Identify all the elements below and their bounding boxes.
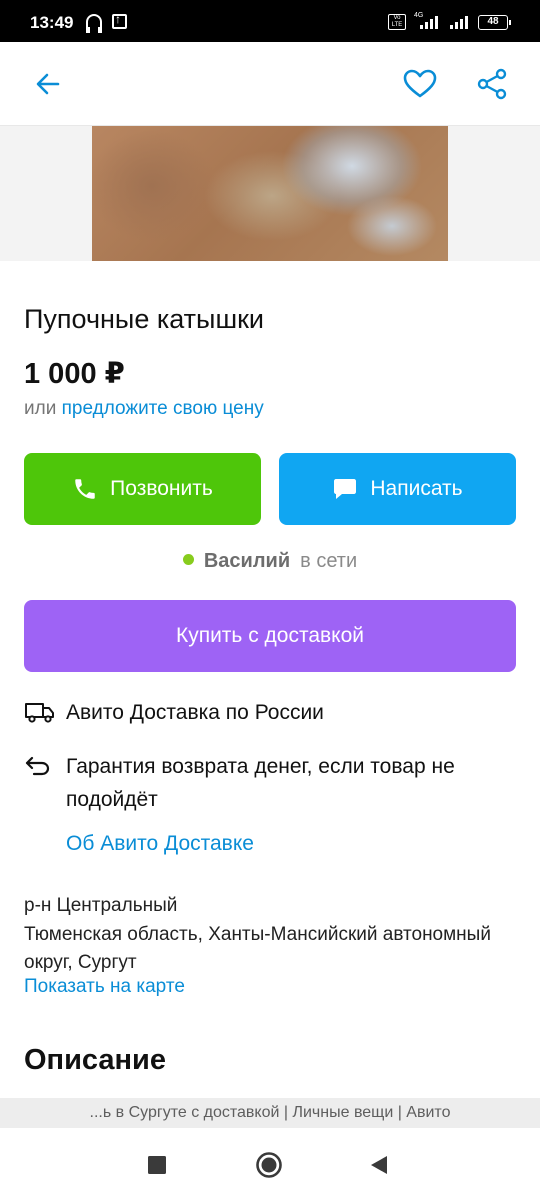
guarantee-text: Гарантия возврата денег, если товар не п… — [66, 755, 455, 811]
offer-price-link[interactable]: предложите свою цену — [62, 398, 264, 419]
seller-online-text: в сети — [300, 550, 358, 572]
status-time: 13:49 — [30, 13, 74, 32]
buy-button-label: Купить с доставкой — [175, 624, 365, 647]
online-indicator — [182, 554, 194, 566]
heart-icon — [403, 69, 437, 98]
listing-image — [92, 126, 448, 261]
triangle-back-icon — [371, 1156, 387, 1174]
message-button[interactable]: Написать — [279, 453, 516, 525]
recent-apps-button[interactable] — [140, 1148, 174, 1182]
show-on-map-link[interactable]: Показать на карте — [24, 976, 185, 998]
home-button[interactable] — [252, 1148, 286, 1182]
seller-name[interactable]: Василий — [204, 550, 290, 572]
page-title-strip: ...ь в Сургуте с доставкой | Личные вещи… — [0, 1098, 540, 1128]
listing-price: 1 000 ₽ — [24, 358, 125, 390]
description-heading: Описание — [24, 1044, 166, 1076]
location-address: р-н Центральный Тюменская область, Ханты… — [24, 892, 524, 978]
system-nav-bar — [0, 1128, 540, 1200]
listing-photo[interactable] — [0, 126, 540, 261]
share-button[interactable] — [470, 62, 514, 106]
chat-bubble-icon — [334, 479, 357, 499]
system-back-button[interactable] — [362, 1148, 396, 1182]
favorite-button[interactable] — [398, 62, 442, 106]
delivery-text: Авито Доставка по России — [66, 701, 324, 724]
message-button-label: Написать — [370, 477, 463, 500]
headphones-icon — [86, 14, 102, 33]
seller-status: Василий в сети — [0, 550, 540, 573]
district: р-н Центральный — [24, 895, 178, 916]
region: Тюменская область, Ханты-Мансийский авто… — [24, 923, 491, 974]
battery-icon: 48 — [478, 15, 511, 30]
about-delivery-link[interactable]: Об Авито Доставке — [66, 832, 254, 856]
volte-icon: Vo LTE — [388, 14, 406, 30]
status-bar: 13:49 Vo LTE 4G 48 — [0, 0, 540, 42]
arrow-left-icon — [36, 73, 60, 95]
buy-with-delivery-button[interactable]: Купить с доставкой — [24, 600, 516, 672]
phone-icon — [75, 479, 95, 499]
call-button[interactable]: Позвонить — [24, 453, 261, 525]
app-bar — [0, 42, 540, 126]
offer-prefix: или — [24, 398, 57, 419]
signal-icon-2 — [450, 15, 472, 29]
truck-icon — [25, 703, 54, 723]
return-arrow-icon — [25, 756, 50, 776]
share-icon — [477, 68, 507, 100]
back-button[interactable] — [26, 62, 70, 106]
price-offer: или предложите свою цену — [24, 398, 264, 420]
listing-title: Пупочные катышки — [24, 304, 265, 334]
square-icon — [148, 1156, 166, 1174]
circle-icon — [256, 1152, 282, 1178]
upload-icon — [112, 12, 127, 29]
signal-icon — [420, 15, 442, 29]
call-button-label: Позвонить — [110, 477, 213, 500]
